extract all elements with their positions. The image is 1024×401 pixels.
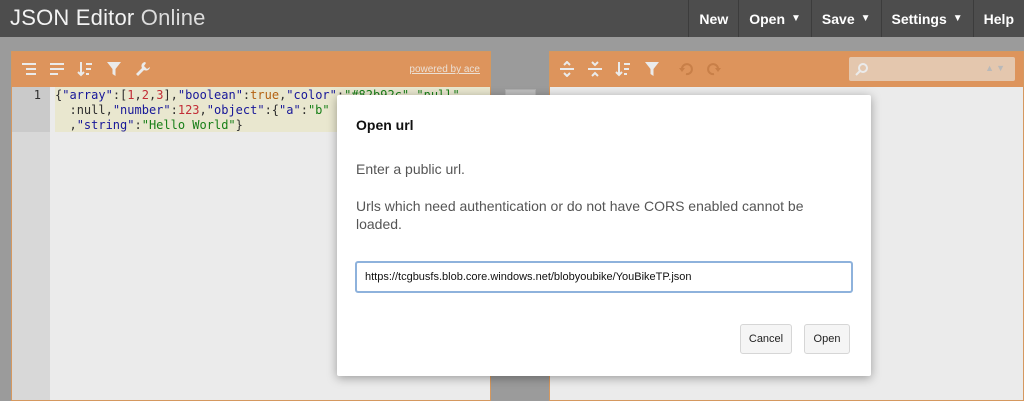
caret-down-icon: ▼: [791, 13, 801, 24]
menu-settings[interactable]: Settings ▼: [880, 0, 973, 37]
app-title: JSON Editor Online: [10, 5, 206, 31]
menu-save-label: Save: [821, 10, 855, 27]
dialog-title: Open url: [356, 117, 414, 133]
url-input[interactable]: [355, 261, 853, 293]
cancel-button[interactable]: Cancel: [740, 324, 792, 354]
open-button[interactable]: Open: [804, 324, 850, 354]
top-menu-bar: JSON Editor Online New Open ▼ Save ▼ Setti…: [0, 0, 1024, 37]
menu-help[interactable]: Help: [972, 0, 1024, 37]
caret-down-icon: ▼: [860, 13, 871, 24]
menu-help-label: Help: [983, 10, 1014, 27]
menu-open-label: Open: [749, 10, 785, 27]
menu-open[interactable]: Open ▼: [738, 0, 811, 37]
dialog-note: Urls which need authentication or do not…: [356, 198, 804, 232]
open-url-dialog: Open url Enter a public url. Urls which …: [337, 95, 871, 376]
app-title-main: JSON Editor: [10, 5, 135, 30]
app-title-light: Online: [140, 5, 206, 30]
menu-save[interactable]: Save ▼: [810, 0, 881, 37]
menu-new[interactable]: New: [688, 0, 738, 37]
main-menu: New Open ▼ Save ▼ Settings ▼ Help: [688, 0, 1024, 37]
menu-new-label: New: [699, 10, 729, 27]
caret-down-icon: ▼: [952, 13, 963, 24]
dialog-instruction: Enter a public url.: [356, 161, 465, 177]
menu-settings-label: Settings: [891, 10, 947, 27]
